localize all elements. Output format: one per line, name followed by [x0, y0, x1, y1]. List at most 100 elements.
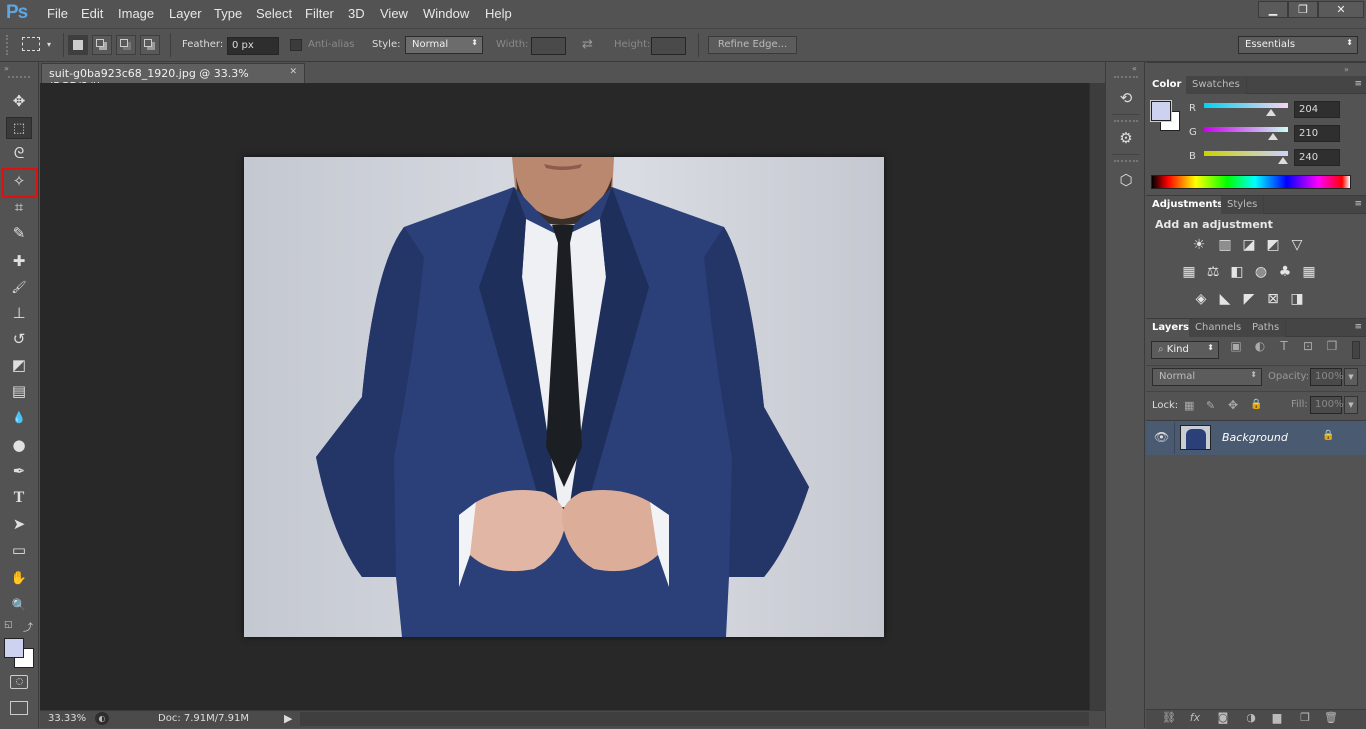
tab-color[interactable]: Color [1146, 76, 1189, 94]
vibrance-icon[interactable]: ▽ [1288, 236, 1306, 254]
width-input[interactable] [531, 37, 566, 55]
invert-icon[interactable]: ◈ [1192, 290, 1210, 308]
canvas-area[interactable] [40, 83, 1089, 710]
blend-mode-select[interactable]: Normal ⬍ [1152, 368, 1262, 386]
smart-object-filter-icon[interactable]: ❒ [1324, 339, 1340, 355]
workspace-select[interactable]: Essentials ⬍ [1238, 36, 1358, 54]
collapse-dock-icon[interactable]: « [1132, 64, 1137, 73]
layer-row-background[interactable]: 👁 Background 🔒 [1146, 421, 1366, 455]
collapse-toolbox-icon[interactable]: » [4, 64, 9, 73]
close-tab-icon[interactable]: ✕ [289, 67, 297, 77]
tab-styles[interactable]: Styles [1221, 196, 1265, 214]
pixel-filter-icon[interactable]: ▣ [1228, 339, 1244, 355]
lock-all-icon[interactable]: 🔒 [1250, 399, 1262, 410]
opacity-input[interactable]: 100% [1310, 368, 1344, 386]
tool-preset-icon[interactable] [22, 37, 40, 51]
menu-filter[interactable]: Filter [305, 6, 334, 21]
tab-adjustments[interactable]: Adjustments [1146, 196, 1231, 214]
subtract-from-selection-icon[interactable] [116, 35, 136, 55]
close-button[interactable]: ✕ [1318, 1, 1364, 18]
3d-panel-icon[interactable]: ⬡ [1114, 168, 1138, 192]
lock-transparent-icon[interactable]: ▦ [1184, 399, 1194, 412]
menu-file[interactable]: File [47, 6, 68, 21]
type-tool-icon[interactable]: T [6, 487, 32, 509]
menu-select[interactable]: Select [256, 6, 292, 21]
brightness-contrast-icon[interactable]: ☀ [1190, 236, 1208, 254]
pen-tool-icon[interactable]: ✒ [6, 460, 32, 482]
menu-layer[interactable]: Layer [169, 6, 202, 21]
b-slider[interactable] [1204, 151, 1288, 156]
r-value[interactable]: 204 [1294, 101, 1340, 118]
black-white-icon[interactable]: ◧ [1228, 263, 1246, 281]
restore-button[interactable]: ❐ [1288, 1, 1318, 18]
b-slider-thumb[interactable] [1278, 157, 1289, 164]
intersect-selection-icon[interactable] [140, 35, 160, 55]
preset-dropdown-arrow-icon[interactable]: ▾ [47, 40, 51, 49]
levels-icon[interactable]: ▥ [1216, 236, 1234, 254]
new-layer-icon[interactable]: ❐ [1296, 711, 1314, 727]
posterize-icon[interactable]: ◣ [1216, 290, 1234, 308]
panel-menu-icon[interactable]: ≡ [1354, 322, 1362, 332]
g-slider[interactable] [1204, 127, 1288, 132]
color-balance-icon[interactable]: ⚖ [1204, 263, 1222, 281]
foreground-color-swatch[interactable] [4, 638, 24, 658]
new-adjustment-layer-icon[interactable]: ◑ [1242, 711, 1260, 727]
feather-input[interactable]: 0 px [227, 37, 279, 55]
menu-window[interactable]: Window [423, 6, 469, 21]
menu-image[interactable]: Image [118, 6, 154, 21]
channel-mixer-icon[interactable]: ♣ [1276, 263, 1294, 281]
menu-edit[interactable]: Edit [81, 6, 103, 21]
blur-tool-icon[interactable]: 💧 [6, 407, 32, 429]
eraser-tool-icon[interactable]: ◩ [6, 354, 32, 376]
menu-view[interactable]: View [380, 6, 408, 21]
horizontal-scrollbar[interactable] [300, 712, 1089, 726]
tab-channels[interactable]: Channels [1189, 319, 1249, 337]
curves-icon[interactable]: ◪ [1240, 236, 1258, 254]
clone-stamp-tool-icon[interactable]: ⊥ [6, 302, 32, 324]
brush-tool-icon[interactable]: 🖌 [6, 276, 32, 298]
add-mask-icon[interactable]: ◙ [1214, 711, 1232, 727]
healing-brush-tool-icon[interactable]: ✚ [6, 250, 32, 272]
opacity-dropdown-arrow-icon[interactable]: ▼ [1344, 368, 1358, 386]
g-slider-thumb[interactable] [1268, 133, 1279, 140]
anti-alias-checkbox[interactable] [290, 39, 302, 51]
photo-filter-icon[interactable]: ◍ [1252, 263, 1270, 281]
path-selection-tool-icon[interactable]: ➤ [6, 513, 32, 535]
document-image[interactable] [244, 157, 884, 637]
collapse-panels-icon[interactable]: » [1344, 65, 1349, 74]
shape-filter-icon[interactable]: ⊡ [1300, 339, 1316, 355]
height-input[interactable] [651, 37, 686, 55]
selective-color-icon[interactable]: ⊠ [1264, 290, 1282, 308]
properties-panel-icon[interactable]: ⚙ [1114, 126, 1138, 150]
panel-menu-icon[interactable]: ≡ [1354, 79, 1362, 89]
zoom-level[interactable]: 33.33% [48, 713, 86, 724]
fill-input[interactable]: 100% [1310, 396, 1344, 414]
color-spectrum-ramp[interactable] [1151, 175, 1351, 189]
dodge-tool-icon[interactable]: ● [6, 434, 32, 456]
exposure-icon[interactable]: ◩ [1264, 236, 1282, 254]
filter-toggle[interactable] [1352, 341, 1360, 359]
swap-arrows-icon[interactable]: ⇄ [582, 37, 593, 52]
type-filter-icon[interactable]: T [1276, 339, 1292, 355]
style-select[interactable]: Normal ⬍ [405, 36, 483, 54]
lock-image-icon[interactable]: ✎ [1206, 399, 1215, 412]
swap-colors-icon[interactable]: ⤴ [23, 619, 33, 634]
color-panel-foreground-swatch[interactable] [1150, 100, 1172, 122]
hand-tool-icon[interactable]: ✋ [6, 568, 32, 590]
link-layers-icon[interactable]: ⛓ [1160, 711, 1178, 727]
eyedropper-tool-icon[interactable]: ✎ [6, 222, 32, 244]
gradient-tool-icon[interactable]: ▤ [6, 380, 32, 402]
color-lookup-icon[interactable]: ▦ [1300, 263, 1318, 281]
default-colors-icon[interactable]: ◱ [4, 620, 13, 630]
delete-layer-icon[interactable]: 🗑 [1322, 711, 1340, 727]
new-selection-icon[interactable] [68, 35, 88, 55]
status-menu-arrow-icon[interactable]: ▶ [284, 712, 292, 725]
tab-paths[interactable]: Paths [1246, 319, 1287, 337]
menu-help[interactable]: Help [485, 6, 512, 21]
r-slider[interactable] [1204, 103, 1288, 108]
menu-type[interactable]: Type [214, 6, 242, 21]
menu-3d[interactable]: 3D [348, 6, 365, 21]
b-value[interactable]: 240 [1294, 149, 1340, 166]
adjustment-filter-icon[interactable]: ◐ [1252, 339, 1268, 355]
rectangle-tool-icon[interactable]: ▭ [6, 539, 32, 561]
